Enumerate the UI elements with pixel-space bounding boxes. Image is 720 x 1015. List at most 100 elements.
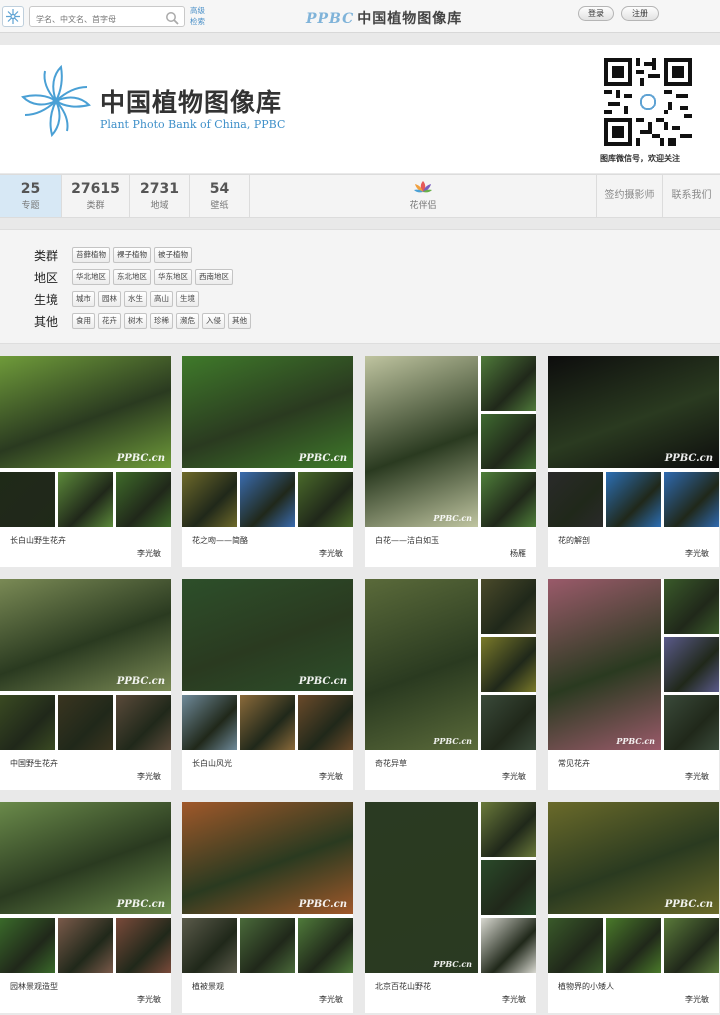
card-thumbnail[interactable] bbox=[298, 918, 353, 973]
card-thumbnail[interactable] bbox=[481, 356, 536, 411]
card-thumbnail[interactable] bbox=[0, 695, 55, 750]
card-title[interactable]: 花的解剖 bbox=[558, 535, 590, 546]
card-author[interactable]: 李光敏 bbox=[502, 771, 526, 782]
topic-card[interactable]: PPBC.cn 花之吻——简酪李光敏 bbox=[182, 356, 353, 567]
card-thumbnail[interactable] bbox=[481, 414, 536, 469]
login-button[interactable]: 登录 bbox=[578, 6, 614, 21]
topic-card[interactable]: PPBC.cn 白花——洁白如玉杨雁 bbox=[365, 356, 536, 567]
card-thumbnail[interactable] bbox=[481, 637, 536, 692]
card-main-photo[interactable]: PPBC.cn bbox=[365, 356, 478, 527]
card-author[interactable]: 李光敏 bbox=[137, 994, 161, 1005]
topic-card[interactable]: PPBC.cn 植物界的小矮人李光敏 bbox=[548, 802, 719, 1013]
card-thumbnail[interactable] bbox=[182, 695, 237, 750]
card-thumbnail[interactable] bbox=[548, 918, 603, 973]
card-title[interactable]: 常见花卉 bbox=[558, 758, 590, 769]
filter-tag[interactable]: 高山 bbox=[150, 291, 173, 307]
topic-card[interactable]: PPBC.cn 园林景观造型 李光敏 bbox=[0, 802, 171, 1013]
card-thumbnail[interactable] bbox=[481, 472, 536, 527]
filter-tag[interactable]: 华东地区 bbox=[154, 269, 192, 285]
card-main-photo[interactable]: PPBC.cn bbox=[182, 356, 353, 468]
stat-topics[interactable]: 25 专题 bbox=[0, 175, 62, 217]
card-title[interactable]: 北京百花山野花 bbox=[375, 981, 431, 992]
card-thumbnail[interactable] bbox=[481, 802, 536, 857]
card-thumbnail[interactable] bbox=[481, 918, 536, 973]
card-main-photo[interactable]: PPBC.cn bbox=[548, 802, 719, 914]
card-author[interactable]: 李光敏 bbox=[319, 548, 343, 559]
card-title[interactable]: 花之吻——简酪 bbox=[192, 535, 248, 546]
filter-tag[interactable]: 被子植物 bbox=[154, 247, 192, 263]
filter-tag[interactable]: 其他 bbox=[228, 313, 251, 329]
card-thumbnail[interactable] bbox=[481, 579, 536, 634]
filter-tag[interactable]: 濒危 bbox=[176, 313, 199, 329]
card-thumbnail[interactable] bbox=[116, 472, 171, 527]
photographer-link[interactable]: 签约摄影师 bbox=[596, 175, 662, 217]
card-thumbnail[interactable] bbox=[58, 472, 113, 527]
flower-partner-link[interactable]: 花伴侣 bbox=[250, 175, 596, 217]
card-thumbnail[interactable] bbox=[548, 472, 603, 527]
filter-tag[interactable]: 生境 bbox=[176, 291, 199, 307]
card-thumbnail[interactable] bbox=[664, 579, 719, 634]
topic-card[interactable]: PPBC.cn 植被景观 李光敏 bbox=[182, 802, 353, 1013]
filter-tag[interactable]: 苔藓植物 bbox=[72, 247, 110, 263]
card-thumbnail[interactable] bbox=[240, 918, 295, 973]
register-button[interactable]: 注册 bbox=[621, 6, 659, 21]
card-thumbnail[interactable] bbox=[0, 918, 55, 973]
card-thumbnail[interactable] bbox=[298, 695, 353, 750]
card-thumbnail[interactable] bbox=[0, 472, 55, 527]
filter-tag[interactable]: 城市 bbox=[72, 291, 95, 307]
topic-card[interactable]: PPBC.cn 长白山风光 李光敏 bbox=[182, 579, 353, 790]
topic-card[interactable]: PPBC.cn 中国野生花卉李光敏 bbox=[0, 579, 171, 790]
filter-tag[interactable]: 入侵 bbox=[202, 313, 225, 329]
card-thumbnail[interactable] bbox=[182, 918, 237, 973]
filter-tag[interactable]: 裸子植物 bbox=[113, 247, 151, 263]
card-thumbnail[interactable] bbox=[240, 472, 295, 527]
filter-tag[interactable]: 西南地区 bbox=[195, 269, 233, 285]
card-thumbnail[interactable] bbox=[116, 695, 171, 750]
card-thumbnail[interactable] bbox=[664, 472, 719, 527]
card-main-photo[interactable]: PPBC.cn bbox=[548, 579, 661, 750]
card-thumbnail[interactable] bbox=[606, 472, 661, 527]
card-author[interactable]: 李光敏 bbox=[319, 771, 343, 782]
card-title[interactable]: 植物界的小矮人 bbox=[558, 981, 614, 992]
card-thumbnail[interactable] bbox=[58, 695, 113, 750]
card-author[interactable]: 杨雁 bbox=[510, 548, 526, 559]
filter-tag[interactable]: 园林 bbox=[98, 291, 121, 307]
card-thumbnail[interactable] bbox=[182, 472, 237, 527]
filter-tag[interactable]: 东北地区 bbox=[113, 269, 151, 285]
card-author[interactable]: 李光敏 bbox=[137, 771, 161, 782]
card-thumbnail[interactable] bbox=[606, 918, 661, 973]
filter-tag[interactable]: 食用 bbox=[72, 313, 95, 329]
filter-tag[interactable]: 珍稀 bbox=[150, 313, 173, 329]
topic-card[interactable]: PPBC.cn 奇花异草李光敏 bbox=[365, 579, 536, 790]
advanced-search-link[interactable]: 高级检索 bbox=[190, 5, 212, 27]
card-main-photo[interactable]: PPBC.cn bbox=[0, 579, 171, 691]
stat-taxa[interactable]: 27615 类群 bbox=[62, 175, 130, 217]
card-thumbnail[interactable] bbox=[481, 695, 536, 750]
card-author[interactable]: 李光敏 bbox=[319, 994, 343, 1005]
filter-tag[interactable]: 花卉 bbox=[98, 313, 121, 329]
topic-card[interactable]: PPBC.cn 花的解剖 李光敏 bbox=[548, 356, 719, 567]
card-thumbnail[interactable] bbox=[481, 860, 536, 915]
card-main-photo[interactable]: PPBC.cn bbox=[548, 356, 719, 468]
card-main-photo[interactable]: PPBC.cn bbox=[365, 579, 478, 750]
card-title[interactable]: 长白山野生花卉 bbox=[10, 535, 66, 546]
card-main-photo[interactable]: PPBC.cn bbox=[0, 356, 171, 468]
card-thumbnail[interactable] bbox=[664, 695, 719, 750]
contact-link[interactable]: 联系我们 bbox=[662, 175, 720, 217]
topic-card[interactable]: PPBC.cn 长白山野生花卉李光敏 bbox=[0, 356, 171, 567]
card-title[interactable]: 奇花异草 bbox=[375, 758, 407, 769]
card-author[interactable]: 李光敏 bbox=[137, 548, 161, 559]
card-author[interactable]: 李光敏 bbox=[685, 994, 709, 1005]
stat-regions[interactable]: 2731 地域 bbox=[130, 175, 190, 217]
card-thumbnail[interactable] bbox=[240, 695, 295, 750]
topic-card[interactable]: PPBC.cn 常见花卉 李光敏 bbox=[548, 579, 719, 790]
card-main-photo[interactable]: PPBC.cn bbox=[0, 802, 171, 914]
card-thumbnail[interactable] bbox=[116, 918, 171, 973]
ppbc-flower-logo[interactable] bbox=[17, 63, 95, 139]
search-input[interactable] bbox=[30, 10, 156, 29]
ppbc-logo-icon[interactable] bbox=[2, 6, 24, 27]
card-title[interactable]: 白花——洁白如玉 bbox=[375, 535, 439, 546]
filter-tag[interactable]: 华北地区 bbox=[72, 269, 110, 285]
card-title[interactable]: 长白山风光 bbox=[192, 758, 232, 769]
card-title[interactable]: 中国野生花卉 bbox=[10, 758, 58, 769]
